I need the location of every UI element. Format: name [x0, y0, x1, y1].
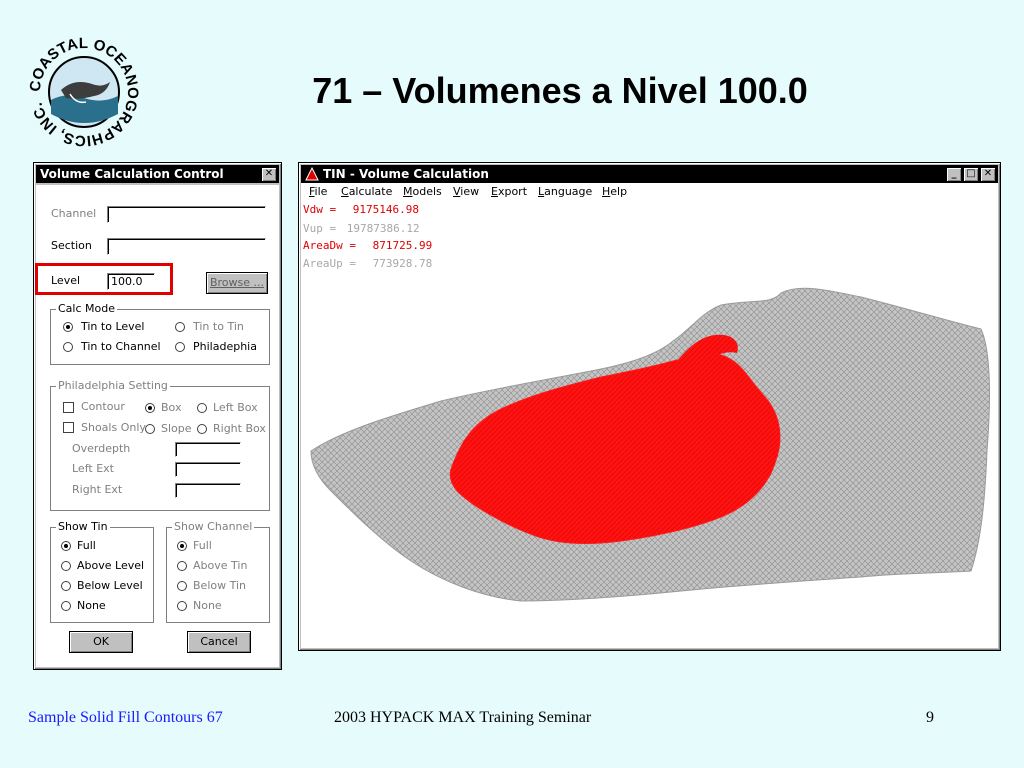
ok-button[interactable]: OK	[69, 631, 133, 653]
browse-label: Browse ...	[209, 276, 265, 289]
show-tin-none-label: None	[77, 599, 106, 612]
radio-show-channel-full[interactable]	[177, 541, 187, 551]
contour-label: Contour	[81, 400, 125, 413]
box-label: Box	[161, 401, 182, 414]
right-box-label: Right Box	[213, 422, 266, 435]
left-ext-label: Left Ext	[72, 462, 114, 475]
radio-left-box[interactable]	[197, 403, 207, 413]
tin-menubar: File Calculate Models View Export Langua…	[301, 183, 998, 201]
close-icon[interactable]: ✕	[980, 167, 996, 182]
show-channel-label: Show Channel	[172, 520, 255, 533]
slope-label: Slope	[161, 422, 192, 435]
radio-tin-to-tin[interactable]	[175, 322, 185, 332]
dialog-title: Volume Calculation Control	[40, 167, 224, 181]
volume-calculation-control-dialog: Volume Calculation Control ✕ Channel Sec…	[33, 162, 282, 670]
radio-show-channel-below-tin[interactable]	[177, 581, 187, 591]
radio-tin-to-channel[interactable]	[63, 342, 73, 352]
cancel-button[interactable]: Cancel	[187, 631, 251, 653]
tin-volume-calculation-window: TIN - Volume Calculation _ □ ✕ File Calc…	[298, 162, 1001, 651]
overdepth-input[interactable]	[175, 442, 241, 457]
right-ext-input[interactable]	[175, 483, 241, 498]
tin-canvas[interactable]: Vdw = 9175146.98 Vup = 19787386.12 AreaD…	[301, 201, 998, 648]
show-channel-above-tin-label: Above Tin	[193, 559, 248, 572]
maximize-icon[interactable]: □	[963, 167, 979, 182]
radio-slope[interactable]	[145, 424, 155, 434]
contour-checkbox[interactable]	[63, 402, 74, 413]
menu-models[interactable]: Models	[403, 185, 442, 198]
tin-to-level-label: Tin to Level	[81, 320, 145, 333]
show-channel-full-label: Full	[193, 539, 212, 552]
shoals-only-label: Shoals Only	[81, 421, 146, 434]
level-label: Level	[51, 274, 81, 287]
left-box-label: Left Box	[213, 401, 258, 414]
channel-input[interactable]	[107, 206, 266, 223]
show-tin-full-label: Full	[77, 539, 96, 552]
section-label: Section	[51, 239, 92, 252]
philadelphia-setting-label: Philadelphia Setting	[56, 379, 170, 392]
tin-window-title: TIN - Volume Calculation	[323, 167, 489, 181]
radio-show-tin-none[interactable]	[61, 601, 71, 611]
section-input[interactable]	[107, 238, 266, 255]
page-number: 9	[926, 709, 934, 726]
browse-button[interactable]: Browse ...	[206, 272, 268, 294]
dialog-titlebar: Volume Calculation Control ✕	[36, 165, 279, 183]
show-tin-label: Show Tin	[56, 520, 110, 533]
menu-export[interactable]: Export	[491, 185, 527, 198]
radio-tin-to-level[interactable]	[63, 322, 73, 332]
show-channel-none-label: None	[193, 599, 222, 612]
menu-file[interactable]: File	[309, 185, 327, 198]
radio-show-tin-below-level[interactable]	[61, 581, 71, 591]
menu-calculate[interactable]: Calculate	[341, 185, 392, 198]
show-tin-below-level-label: Below Level	[77, 579, 143, 592]
radio-show-channel-above-tin[interactable]	[177, 561, 187, 571]
show-channel-group: Show Channel Full Above Tin Below Tin No…	[166, 520, 270, 623]
philadelphia-setting-group: Philadelphia Setting Contour Box Left Bo…	[50, 379, 270, 511]
radio-show-channel-none[interactable]	[177, 601, 187, 611]
tin-surface-render	[310, 287, 990, 602]
right-ext-label: Right Ext	[72, 483, 123, 496]
menu-help[interactable]: Help	[602, 185, 627, 198]
close-icon[interactable]: ✕	[261, 167, 277, 182]
radio-show-tin-full[interactable]	[61, 541, 71, 551]
calc-mode-label: Calc Mode	[56, 302, 117, 315]
tin-to-channel-label: Tin to Channel	[81, 340, 161, 353]
slide-title: 71 – Volumenes a Nivel 100.0	[312, 70, 808, 111]
radio-philadephia[interactable]	[175, 342, 185, 352]
overdepth-label: Overdepth	[72, 442, 131, 455]
left-ext-input[interactable]	[175, 462, 241, 477]
radio-right-box[interactable]	[197, 424, 207, 434]
calc-mode-group: Calc Mode Tin to Level Tin to Tin Tin to…	[50, 302, 270, 365]
coastal-oceanographics-logo: COASTAL OCEANOGRAPHICS, INC.	[27, 35, 141, 149]
tin-app-icon	[305, 167, 319, 181]
menu-language[interactable]: Language	[538, 185, 592, 198]
tin-to-tin-label: Tin to Tin	[193, 320, 244, 333]
level-input[interactable]: 100.0	[107, 273, 155, 290]
show-tin-above-level-label: Above Level	[77, 559, 145, 572]
radio-show-tin-above-level[interactable]	[61, 561, 71, 571]
shoals-only-checkbox[interactable]	[63, 422, 74, 433]
philadephia-label: Philadephia	[193, 340, 257, 353]
tin-titlebar: TIN - Volume Calculation _ □ ✕	[301, 165, 998, 183]
show-channel-below-tin-label: Below Tin	[193, 579, 247, 592]
footer-left: Sample Solid Fill Contours 67	[28, 709, 223, 726]
footer-center: 2003 HYPACK MAX Training Seminar	[334, 709, 592, 726]
menu-view[interactable]: View	[453, 185, 479, 198]
radio-box[interactable]	[145, 403, 155, 413]
dialog-body: Channel Section Level 100.0 Browse ... C…	[35, 185, 279, 667]
minimize-icon[interactable]: _	[946, 167, 962, 182]
show-tin-group: Show Tin Full Above Level Below Level No…	[50, 520, 154, 623]
channel-label: Channel	[51, 207, 97, 220]
